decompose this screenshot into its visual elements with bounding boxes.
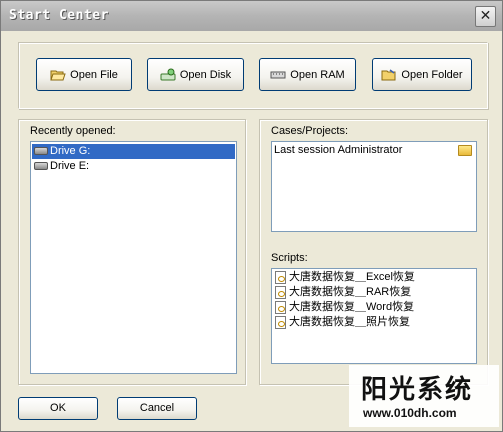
list-item-label: 大唐数据恢复＿照片恢复 [289,316,410,328]
list-item[interactable]: 大唐数据恢复＿Word恢复 [273,300,475,315]
open-ram-button[interactable]: Open RAM [259,58,356,91]
watermark: 阳光系统 www.010dh.com [349,365,499,427]
script-icon [275,300,286,314]
watermark-title: 阳光系统 [361,375,474,405]
drive-icon [34,162,48,171]
scripts-label: Scripts: [271,252,308,264]
cases-list[interactable]: Last session Administrator [271,141,477,232]
close-button[interactable]: ✕ [475,6,496,27]
cancel-button[interactable]: Cancel [117,397,197,420]
script-icon [275,270,286,284]
scripts-list[interactable]: 大唐数据恢复＿Excel恢复 大唐数据恢复＿RAR恢复 大唐数据恢复＿Word恢… [271,268,477,364]
list-item-label: 大唐数据恢复＿Excel恢复 [289,271,415,283]
ok-button[interactable]: OK [18,397,98,420]
script-icon [275,315,286,329]
folder-icon [381,68,397,82]
window-title: Start Center [9,8,109,23]
disk-icon [160,68,176,82]
list-item-label: 大唐数据恢复＿Word恢复 [289,301,415,313]
list-item-label: Drive E: [50,160,90,172]
list-item-label: Drive G: [50,145,91,157]
open-ram-label: Open RAM [290,68,345,81]
list-item[interactable]: 大唐数据恢复＿RAR恢复 [273,285,475,300]
cases-label: Cases/Projects: [271,125,349,137]
recent-list[interactable]: Drive G: Drive E: [30,141,237,374]
drive-icon [34,147,48,156]
browse-folder-icon[interactable] [458,145,472,156]
start-center-window: Start Center ✕ Open File Open Disk Open … [0,0,503,432]
open-folder-icon [50,68,66,82]
close-icon: ✕ [479,8,492,24]
list-item[interactable]: 大唐数据恢复＿照片恢复 [273,315,475,330]
open-actions-group: Open File Open Disk Open RAM Open Folder [18,42,488,109]
list-item[interactable]: Last session Administrator [273,143,475,158]
open-disk-label: Open Disk [179,68,232,81]
open-folder-button[interactable]: Open Folder [372,58,472,91]
list-item[interactable]: Drive E: [32,159,235,174]
list-item[interactable]: 大唐数据恢复＿Excel恢复 [273,270,475,285]
open-disk-button[interactable]: Open Disk [147,58,244,91]
list-item-label: 大唐数据恢复＿RAR恢复 [289,286,412,298]
open-folder-label: Open Folder [401,68,463,81]
ram-icon [270,68,286,82]
title-bar[interactable]: Start Center ✕ [1,1,502,31]
script-icon [275,285,286,299]
open-file-button[interactable]: Open File [36,58,132,91]
watermark-url: www.010dh.com [363,406,457,420]
list-item[interactable]: Drive G: [32,144,235,159]
list-item-label: Last session Administrator [274,144,403,156]
recent-label: Recently opened: [30,125,116,137]
open-file-label: Open File [70,68,118,81]
